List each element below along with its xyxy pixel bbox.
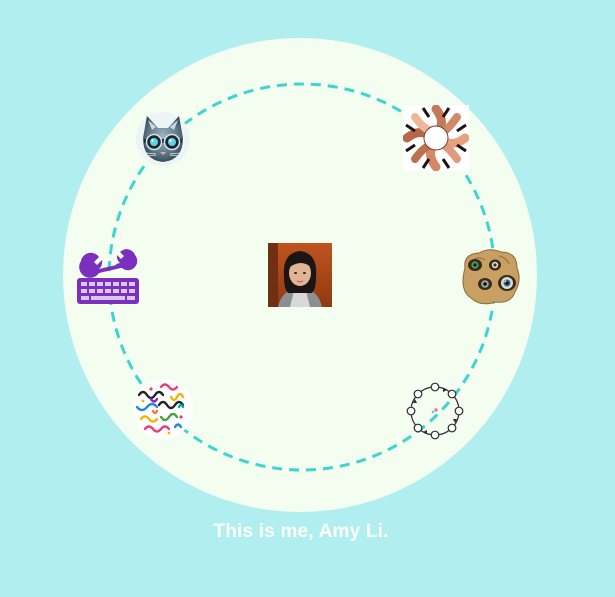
interlocking-hands-icon[interactable] bbox=[403, 105, 469, 171]
graph-network-icon[interactable] bbox=[405, 381, 465, 441]
stage: This is me, Amy Li. bbox=[0, 0, 615, 597]
wrench-keyboard-icon[interactable] bbox=[75, 241, 141, 307]
caption-text: This is me, Amy Li. bbox=[213, 521, 389, 542]
cat-with-goggles-icon[interactable] bbox=[134, 108, 192, 168]
colorful-squiggles-icon[interactable] bbox=[131, 377, 195, 441]
portrait-photo[interactable] bbox=[268, 243, 332, 307]
eyes-in-rock-icon[interactable] bbox=[459, 246, 523, 308]
